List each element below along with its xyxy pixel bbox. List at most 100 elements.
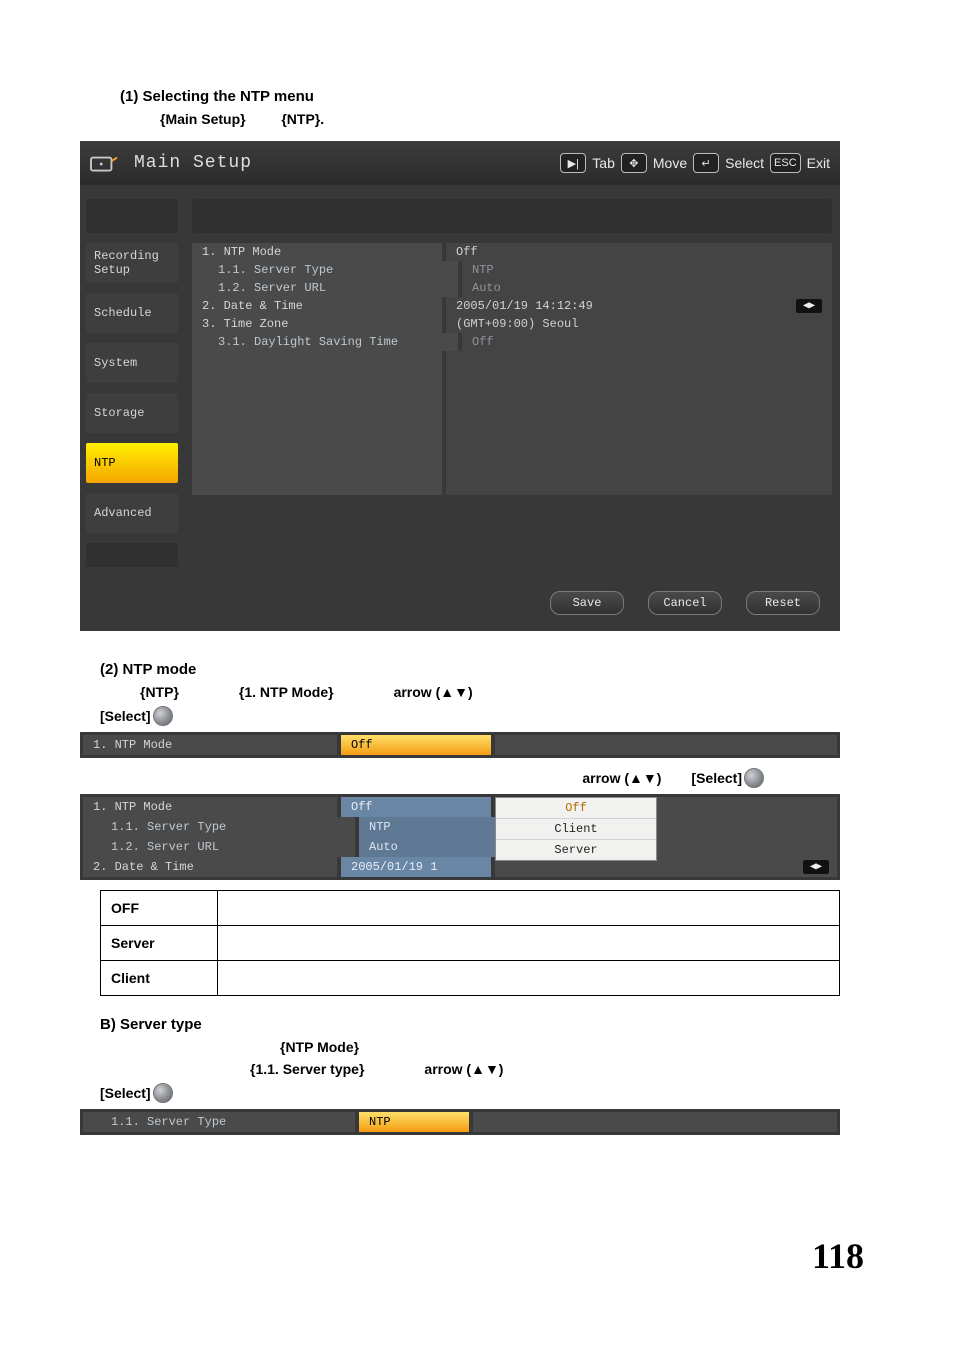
reset-button[interactable]: Reset — [746, 591, 820, 615]
sidebar-item-system[interactable]: System — [86, 343, 178, 383]
token-ntp-mode: {1. NTP Mode} — [239, 684, 334, 700]
section-1-step: {Main Setup} {NTP}. — [160, 111, 874, 127]
section-2-line3: arrow (▲▼) [Select] — [80, 768, 764, 788]
token-ntp-mode-ref: {NTP Mode} — [280, 1039, 359, 1055]
dropdown-option[interactable]: Server — [496, 840, 656, 860]
setting-value[interactable]: Off — [462, 333, 832, 351]
token-arrow-updown: arrow (▲▼) — [394, 684, 473, 700]
dropdown-anchor: OffClientServer — [495, 797, 837, 817]
token-select-2: [Select] — [691, 770, 742, 786]
filler-row — [192, 369, 832, 387]
filler-label — [192, 405, 442, 423]
setting-value[interactable]: (GMT+09:00) Seoul — [446, 315, 832, 333]
strip-rest — [495, 735, 837, 755]
setting-label: 1.2. Server URL — [192, 279, 458, 297]
filler-row — [192, 459, 832, 477]
enter-icon — [744, 768, 764, 788]
strip-value[interactable]: Auto — [359, 837, 509, 857]
page-number: 118 — [0, 1235, 864, 1277]
setting-label: 1. NTP Mode — [192, 243, 442, 261]
setting-value[interactable]: Off — [446, 243, 832, 261]
strip-value[interactable]: NTP — [359, 817, 509, 837]
setting-value[interactable]: Auto — [462, 279, 832, 297]
strip-value[interactable]: 2005/01/19 1 — [341, 857, 491, 877]
section-1-heading: (1) Selecting the NTP menu — [120, 88, 874, 105]
token-arrow-updown-3: arrow (▲▼) — [424, 1061, 503, 1077]
filler-value — [446, 441, 832, 459]
hint-tab: Tab — [592, 155, 615, 171]
setting-value[interactable]: NTP — [462, 261, 832, 279]
sidebar-item-storage[interactable]: Storage — [86, 393, 178, 433]
filler-label — [192, 477, 442, 495]
ntp-mode-dropdown[interactable]: OffClientServer — [495, 797, 657, 861]
setting-label: 3.1. Daylight Saving Time — [192, 333, 458, 351]
filler-row — [192, 387, 832, 405]
section-c-line3: [Select] — [100, 1083, 874, 1103]
strip-value-selected[interactable]: Off — [341, 735, 491, 755]
section-c-line1: {NTP Mode} — [280, 1039, 874, 1055]
sidebar-spacer — [86, 199, 178, 233]
strip-row: 1.2. Server URLAuto — [83, 837, 837, 857]
dropdown-option[interactable]: Client — [496, 819, 656, 840]
token-select: [Select] — [100, 708, 151, 724]
move-key-icon: ✥ — [621, 153, 647, 173]
main-setup-panel: Main Setup ▶| Tab ✥ Move ↵ Select ESC Ex… — [80, 141, 840, 631]
section-2-line1: {NTP} {1. NTP Mode} arrow (▲▼) — [140, 684, 874, 700]
table-value — [218, 891, 840, 926]
filler-row — [192, 441, 832, 459]
step-main-setup: {Main Setup} — [160, 111, 246, 127]
filler-value — [446, 477, 832, 495]
setting-row: 3. Time Zone(GMT+09:00) Seoul — [192, 315, 832, 333]
sidebar-spacer-bottom — [86, 543, 178, 567]
strip-value-server-type[interactable]: NTP — [359, 1112, 469, 1132]
hint-exit: Exit — [807, 155, 830, 171]
setup-title: Main Setup — [134, 153, 252, 173]
enter-icon — [153, 1083, 173, 1103]
filler-value — [446, 369, 832, 387]
filler-label — [192, 351, 442, 369]
token-ntp: {NTP} — [140, 684, 179, 700]
esc-key-icon: ESC — [770, 153, 801, 173]
sidebar-item-ntp[interactable]: NTP — [86, 443, 178, 483]
left-right-arrows-icon[interactable]: ◀▶ — [803, 860, 829, 874]
setting-row: 1.1. Server TypeNTP — [192, 261, 832, 279]
ntp-mode-strip-selected: 1. NTP Mode Off — [80, 732, 840, 758]
section-2-heading: (2) NTP mode — [100, 661, 874, 678]
sidebar-item-advanced[interactable]: Advanced — [86, 493, 178, 533]
table-row: Server — [101, 926, 840, 961]
sidebar-item-recording-setup[interactable]: Recording Setup — [86, 243, 178, 283]
setup-header: Main Setup ▶| Tab ✥ Move ↵ Select ESC Ex… — [80, 141, 840, 185]
tab-key-icon: ▶| — [560, 153, 586, 173]
setting-row: 1. NTP ModeOff — [192, 243, 832, 261]
save-button[interactable]: Save — [550, 591, 624, 615]
table-row: Client — [101, 961, 840, 996]
hint-move: Move — [653, 155, 687, 171]
step-ntp: {NTP}. — [281, 111, 324, 127]
setting-value[interactable]: 2005/01/19 14:12:49◀▶ — [446, 297, 832, 315]
setting-row: 3.1. Daylight Saving TimeOff — [192, 333, 832, 351]
section-c-line2: {1.1. Server type} arrow (▲▼) — [250, 1061, 874, 1077]
filler-row — [192, 351, 832, 369]
table-row: OFF — [101, 891, 840, 926]
server-type-strip: 1.1. Server Type NTP — [80, 1109, 840, 1135]
setting-row: 2. Date & Time2005/01/19 14:12:49◀▶ — [192, 297, 832, 315]
dropdown-option[interactable]: Off — [496, 798, 656, 819]
filler-value — [446, 405, 832, 423]
token-server-type: {1.1. Server type} — [250, 1061, 364, 1077]
enter-icon — [153, 706, 173, 726]
filler-value — [446, 459, 832, 477]
strip-value[interactable]: Off — [341, 797, 491, 817]
filler-label — [192, 441, 442, 459]
strip-row: 1.1. Server TypeNTP — [83, 817, 837, 837]
token-select-3: [Select] — [100, 1085, 151, 1101]
filler-row — [192, 423, 832, 441]
sidebar: Recording Setup Schedule System Storage NTP A… — [80, 185, 184, 577]
strip-label: 2. Date & Time — [83, 857, 337, 877]
token-arrow-updown-2: arrow (▲▼) — [582, 770, 661, 786]
button-bar: Save Cancel Reset — [80, 577, 840, 631]
table-value — [218, 926, 840, 961]
strip-label: 1. NTP Mode — [83, 797, 337, 817]
left-right-arrows-icon[interactable]: ◀▶ — [796, 299, 822, 313]
cancel-button[interactable]: Cancel — [648, 591, 722, 615]
sidebar-item-schedule[interactable]: Schedule — [86, 293, 178, 333]
